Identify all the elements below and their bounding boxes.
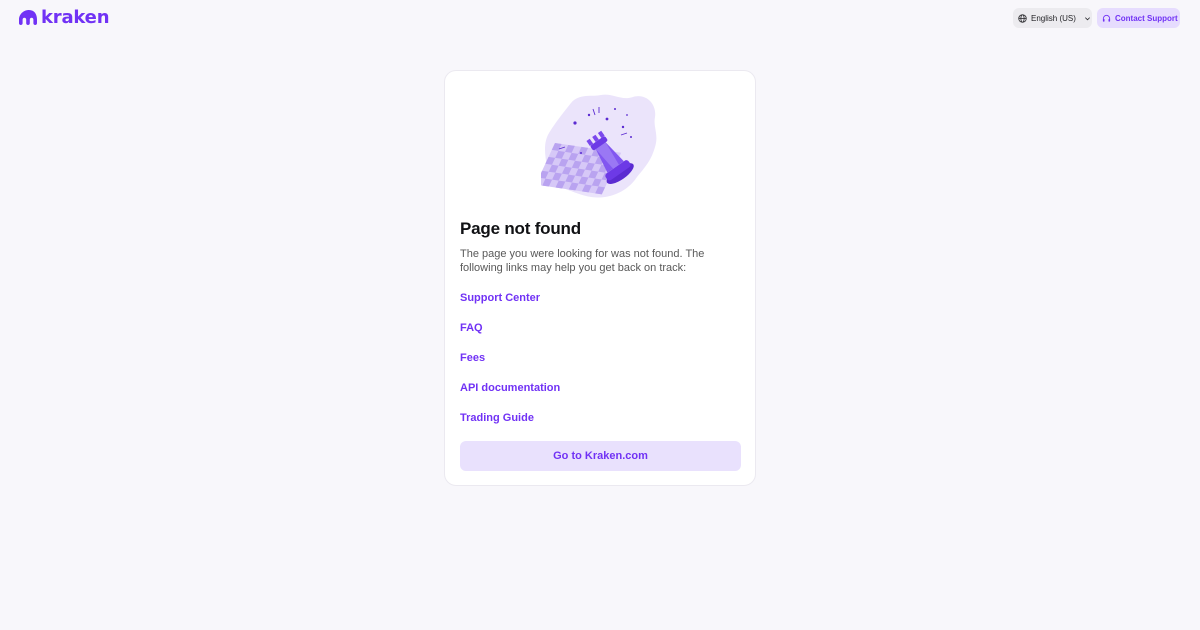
- globe-icon: [1018, 13, 1027, 23]
- kraken-logo[interactable]: kraken: [19, 7, 110, 28]
- contact-support-button[interactable]: Contact Support: [1097, 8, 1180, 28]
- link-trading-guide[interactable]: Trading Guide: [460, 411, 560, 441]
- top-bar: kraken English (US) Contact Support: [0, 0, 1200, 36]
- help-links: Support Center FAQ Fees API documentatio…: [460, 291, 560, 441]
- headset-icon: [1102, 14, 1111, 22]
- link-fees[interactable]: Fees: [460, 351, 560, 381]
- link-faq[interactable]: FAQ: [460, 321, 560, 351]
- chess-pawn-illustration: [541, 94, 657, 198]
- language-selector[interactable]: English (US): [1013, 8, 1092, 28]
- page-title: Page not found: [460, 219, 581, 238]
- go-to-kraken-button[interactable]: Go to Kraken.com: [460, 441, 741, 471]
- not-found-card: Page not found The page you were looking…: [444, 70, 756, 486]
- language-label: English (US): [1031, 13, 1076, 23]
- page-description: The page you were looking for was not fo…: [460, 248, 705, 274]
- chevron-down-icon: [1084, 16, 1090, 20]
- link-support-center[interactable]: Support Center: [460, 291, 560, 321]
- link-api-documentation[interactable]: API documentation: [460, 381, 560, 411]
- contact-support-label: Contact Support: [1115, 13, 1178, 23]
- kraken-logo-icon: [19, 10, 37, 25]
- brand-name: kraken: [41, 7, 110, 28]
